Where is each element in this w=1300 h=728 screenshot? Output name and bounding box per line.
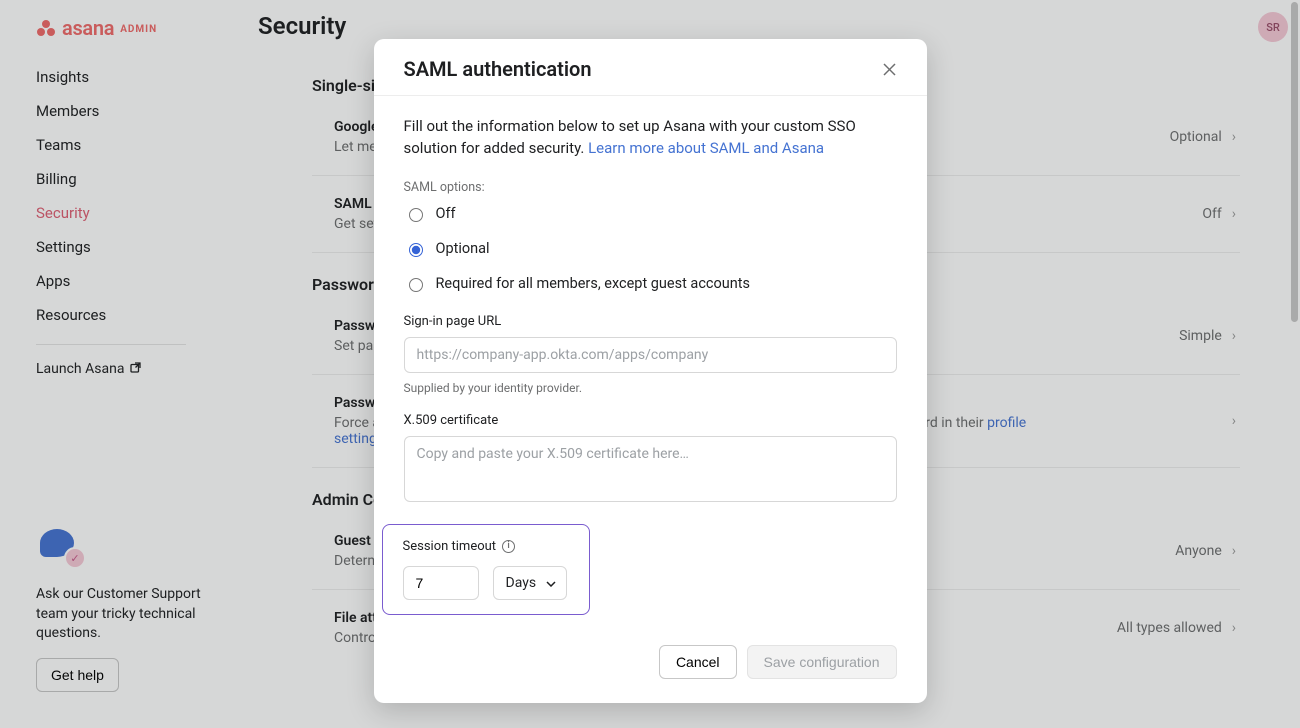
cert-label: X.509 certificate [404, 413, 897, 428]
signin-url-label: Sign-in page URL [404, 314, 897, 329]
session-unit-select[interactable]: Days [493, 566, 567, 600]
modal-description: Fill out the information below to set up… [404, 116, 897, 160]
cancel-button[interactable]: Cancel [659, 645, 737, 679]
saml-modal: SAML authentication Fill out the informa… [374, 39, 927, 703]
radio-optional-input[interactable] [409, 243, 423, 257]
learn-more-link[interactable]: Learn more about SAML and Asana [588, 139, 824, 157]
cert-textarea[interactable] [404, 436, 897, 502]
signin-url-block: Sign-in page URL Supplied by your identi… [404, 314, 897, 395]
radio-required-input[interactable] [409, 278, 423, 292]
session-timeout-label: Session timeout i [403, 539, 575, 554]
radio-required-label: Required for all members, except guest a… [436, 275, 751, 292]
radio-optional[interactable]: Optional [404, 240, 897, 257]
session-value-input[interactable] [403, 566, 479, 600]
radio-optional-label: Optional [436, 240, 490, 257]
close-icon[interactable] [879, 58, 901, 80]
cert-block: X.509 certificate [404, 413, 897, 506]
chevron-down-icon [546, 575, 556, 591]
session-controls: Days [403, 566, 575, 600]
app-root: asana ADMIN Insights Members Teams Billi… [0, 0, 1300, 728]
saml-options-label: SAML options: [404, 180, 897, 195]
session-timeout-text: Session timeout [403, 539, 497, 554]
radio-off-input[interactable] [409, 208, 423, 222]
info-icon[interactable]: i [502, 540, 515, 553]
modal-footer: Cancel Save configuration [374, 641, 927, 703]
modal-title: SAML authentication [404, 57, 592, 81]
signin-url-hint: Supplied by your identity provider. [404, 381, 897, 395]
radio-off[interactable]: Off [404, 205, 897, 222]
modal-overlay: SAML authentication Fill out the informa… [0, 0, 1300, 728]
saml-options-group: Off Optional Required for all members, e… [404, 205, 897, 292]
modal-body: Fill out the information below to set up… [374, 96, 927, 641]
radio-required[interactable]: Required for all members, except guest a… [404, 275, 897, 292]
modal-header: SAML authentication [374, 39, 927, 96]
radio-off-label: Off [436, 205, 456, 222]
save-configuration-button[interactable]: Save configuration [747, 645, 897, 679]
session-timeout-block: Session timeout i Days [382, 524, 590, 615]
session-unit-label: Days [506, 575, 537, 591]
signin-url-input[interactable] [404, 337, 897, 373]
